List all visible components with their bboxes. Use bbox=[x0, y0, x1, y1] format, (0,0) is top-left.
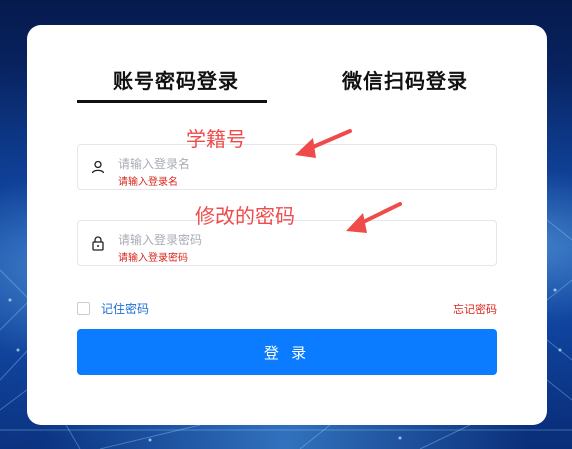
lock-icon bbox=[92, 236, 104, 251]
remember-password[interactable]: 记住密码 bbox=[77, 300, 149, 317]
password-error: 请输入登录密码 bbox=[118, 253, 188, 264]
annotation-username-note: 学籍号 bbox=[186, 127, 246, 151]
tab-password-login[interactable]: 账号密码登录 bbox=[113, 65, 239, 94]
username-field[interactable]: 请输入登录名 请输入登录名 bbox=[77, 144, 497, 190]
tab-wechat-login[interactable]: 微信扫码登录 bbox=[342, 65, 468, 94]
forgot-password-link[interactable]: 忘记密码 bbox=[453, 301, 497, 317]
username-placeholder: 请输入登录名 bbox=[118, 157, 191, 171]
active-tab-indicator bbox=[77, 100, 267, 103]
remember-checkbox[interactable] bbox=[77, 302, 90, 315]
login-button[interactable]: 登 录 bbox=[77, 329, 497, 375]
user-icon bbox=[91, 160, 105, 174]
password-placeholder: 请输入登录密码 bbox=[118, 233, 203, 247]
annotation-password-note: 修改的密码 bbox=[195, 204, 295, 228]
username-error: 请输入登录名 bbox=[118, 177, 178, 188]
remember-label[interactable]: 记住密码 bbox=[101, 300, 149, 317]
